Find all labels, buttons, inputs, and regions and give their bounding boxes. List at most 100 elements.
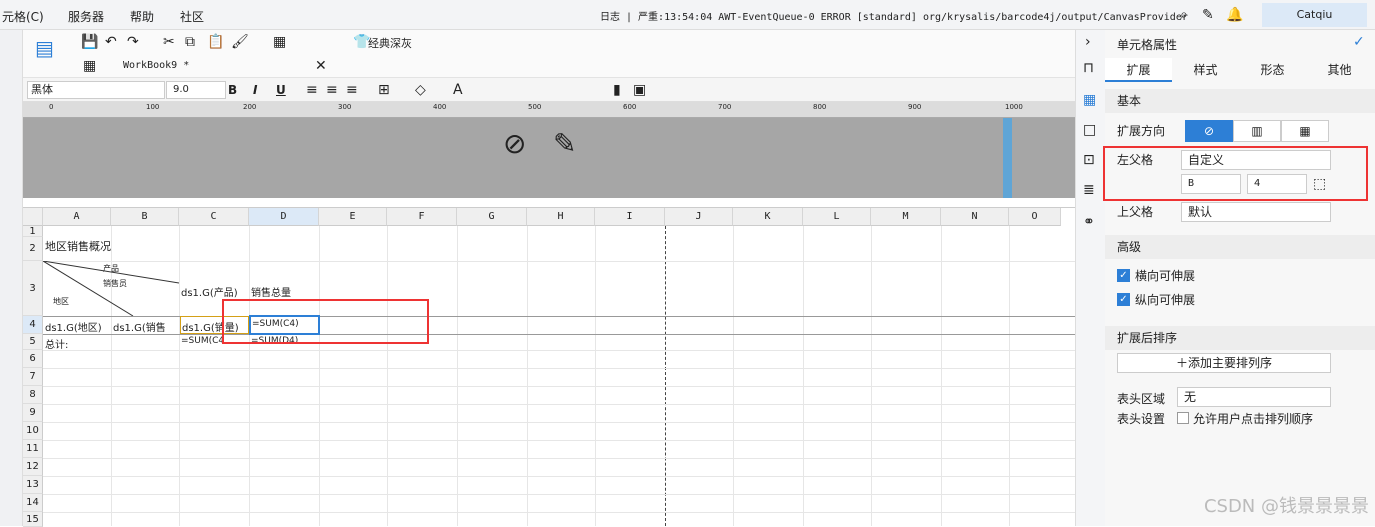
- cut-icon[interactable]: ✂: [163, 34, 175, 50]
- col-header-o[interactable]: O: [1009, 208, 1061, 226]
- cell-a5[interactable]: 总计:: [45, 336, 68, 351]
- hidden-eye-icon[interactable]: ⊘: [503, 130, 526, 158]
- col-header-i[interactable]: I: [595, 208, 665, 226]
- col-header-c[interactable]: C: [179, 208, 249, 226]
- close-tab-icon[interactable]: ✕: [315, 58, 327, 74]
- v-expand-checkbox[interactable]: ✓: [1117, 293, 1130, 306]
- row-header-14[interactable]: 14: [23, 494, 43, 512]
- bold-button[interactable]: B: [228, 82, 237, 98]
- row-header-2[interactable]: 2: [23, 237, 43, 261]
- preview-icon[interactable]: ▦: [273, 34, 286, 50]
- cell-title[interactable]: 地区销售概况: [45, 238, 111, 254]
- top-parent-select[interactable]: 默认: [1181, 202, 1331, 222]
- row-header-8[interactable]: 8: [23, 386, 43, 404]
- cell-d3[interactable]: 销售总量: [251, 284, 291, 299]
- tab-workbook[interactable]: WorkBook9 *: [123, 60, 189, 71]
- row-header-3[interactable]: 3: [23, 261, 43, 316]
- row-header-12[interactable]: 12: [23, 458, 43, 476]
- row-header-7[interactable]: 7: [23, 368, 43, 386]
- corner-cell[interactable]: [23, 208, 43, 226]
- expand-vertical-button[interactable]: ▥: [1233, 120, 1281, 142]
- row-header-10[interactable]: 10: [23, 422, 43, 440]
- redo-icon[interactable]: ↷: [127, 34, 139, 50]
- section-advanced[interactable]: 高级: [1105, 235, 1375, 259]
- align-center-icon[interactable]: ≡: [326, 82, 338, 98]
- menu-item-help[interactable]: 帮助: [130, 8, 154, 25]
- template-icon[interactable]: ▤: [35, 38, 54, 58]
- tab-other[interactable]: 其他: [1306, 58, 1373, 82]
- save-icon[interactable]: 💾: [81, 34, 98, 50]
- font-family-select[interactable]: 黑体: [27, 81, 165, 99]
- link-icon[interactable]: ⚭: [1083, 214, 1095, 230]
- header-area-select[interactable]: 无: [1177, 387, 1331, 407]
- col-header-n[interactable]: N: [941, 208, 1009, 226]
- cell-a4[interactable]: ds1.G(地区): [45, 319, 102, 334]
- chart-icon[interactable]: ▮: [613, 82, 621, 98]
- col-header-e[interactable]: E: [319, 208, 387, 226]
- user-name[interactable]: Catqiu: [1262, 3, 1367, 27]
- cell-c3[interactable]: ds1.G(产品): [181, 284, 238, 299]
- font-color-icon[interactable]: A: [453, 82, 463, 98]
- col-header-m[interactable]: M: [871, 208, 941, 226]
- col-header-a[interactable]: A: [43, 208, 111, 226]
- edit-doc-icon[interactable]: ✎: [1202, 7, 1214, 23]
- expand-none-button[interactable]: ⊘: [1185, 120, 1233, 142]
- add-sort-button[interactable]: ＋添加主要排列序: [1117, 353, 1331, 373]
- collapse-arrow-icon[interactable]: ›: [1085, 34, 1091, 50]
- row-header-6[interactable]: 6: [23, 350, 43, 368]
- menu-item-server[interactable]: 服务器: [68, 8, 104, 25]
- row-header-9[interactable]: 9: [23, 404, 43, 422]
- spreadsheet-grid[interactable]: A B C D E F G H I J K L M N O 1 2 3 4 5 …: [23, 207, 1090, 527]
- row-header-5[interactable]: 5: [23, 334, 43, 350]
- section-basic[interactable]: 基本: [1105, 89, 1375, 113]
- h-expand-checkbox[interactable]: ✓: [1117, 269, 1130, 282]
- tab-expand[interactable]: 扩展: [1105, 58, 1172, 82]
- condition-icon[interactable]: ⊡: [1083, 152, 1095, 168]
- col-header-b[interactable]: B: [111, 208, 179, 226]
- cell-b4[interactable]: ds1.G(销售: [113, 319, 179, 334]
- format-brush-icon[interactable]: 🖌: [231, 34, 249, 50]
- page-header-area[interactable]: ⊘ ✎: [23, 118, 1090, 198]
- font-size-select[interactable]: 9.0: [166, 81, 226, 99]
- tab-form[interactable]: 形态: [1239, 58, 1306, 82]
- fill-color-icon[interactable]: ◇: [415, 82, 426, 98]
- underline-button[interactable]: U: [276, 82, 286, 98]
- border-icon[interactable]: ⊞: [378, 82, 390, 98]
- pencil-icon[interactable]: ✎: [553, 130, 576, 158]
- vertical-slider[interactable]: [1003, 118, 1012, 198]
- col-header-g[interactable]: G: [457, 208, 527, 226]
- row-header-15[interactable]: 15: [23, 512, 43, 527]
- allow-sort-checkbox[interactable]: [1177, 412, 1189, 424]
- section-sort[interactable]: 扩展后排序: [1105, 326, 1375, 350]
- image-icon[interactable]: ▣: [633, 82, 646, 98]
- col-header-l[interactable]: L: [803, 208, 871, 226]
- undo-icon[interactable]: ↶: [105, 34, 117, 50]
- widget-icon[interactable]: □: [1083, 122, 1096, 138]
- stack-icon[interactable]: ≣: [1083, 182, 1095, 198]
- cell-c5[interactable]: =SUM(C4: [181, 336, 224, 346]
- tab-style[interactable]: 样式: [1172, 58, 1239, 82]
- bell-icon[interactable]: 🔔: [1226, 7, 1243, 23]
- cell-element-icon[interactable]: ▦: [1083, 92, 1096, 108]
- menu-item-community[interactable]: 社区: [180, 8, 204, 25]
- row-header-4[interactable]: 4: [23, 316, 43, 334]
- italic-button[interactable]: I: [253, 82, 257, 98]
- paste-icon[interactable]: 📋: [207, 34, 224, 50]
- log-message[interactable]: 日志 | 严重:13:54:04 AWT-EventQueue-0 ERROR …: [600, 8, 1188, 23]
- col-header-j[interactable]: J: [665, 208, 733, 226]
- row-header-13[interactable]: 13: [23, 476, 43, 494]
- copy-icon[interactable]: ⧉: [185, 34, 195, 50]
- row-header-11[interactable]: 11: [23, 440, 43, 458]
- edit-pencil-icon[interactable]: ✓: [1353, 34, 1365, 50]
- col-header-f[interactable]: F: [387, 208, 457, 226]
- row-header-1[interactable]: 1: [23, 226, 43, 237]
- menu-item-cell[interactable]: 元格(C): [2, 8, 44, 25]
- expand-horizontal-button[interactable]: ▦: [1281, 120, 1329, 142]
- col-header-k[interactable]: K: [733, 208, 803, 226]
- cell-property-icon[interactable]: ⊓: [1083, 60, 1094, 76]
- align-right-icon[interactable]: ≡: [346, 82, 358, 98]
- align-left-icon[interactable]: ≡: [306, 82, 318, 98]
- col-header-h[interactable]: H: [527, 208, 595, 226]
- search-icon[interactable]: ⌕: [1180, 7, 1188, 23]
- skin-label[interactable]: 经典深灰: [368, 35, 412, 51]
